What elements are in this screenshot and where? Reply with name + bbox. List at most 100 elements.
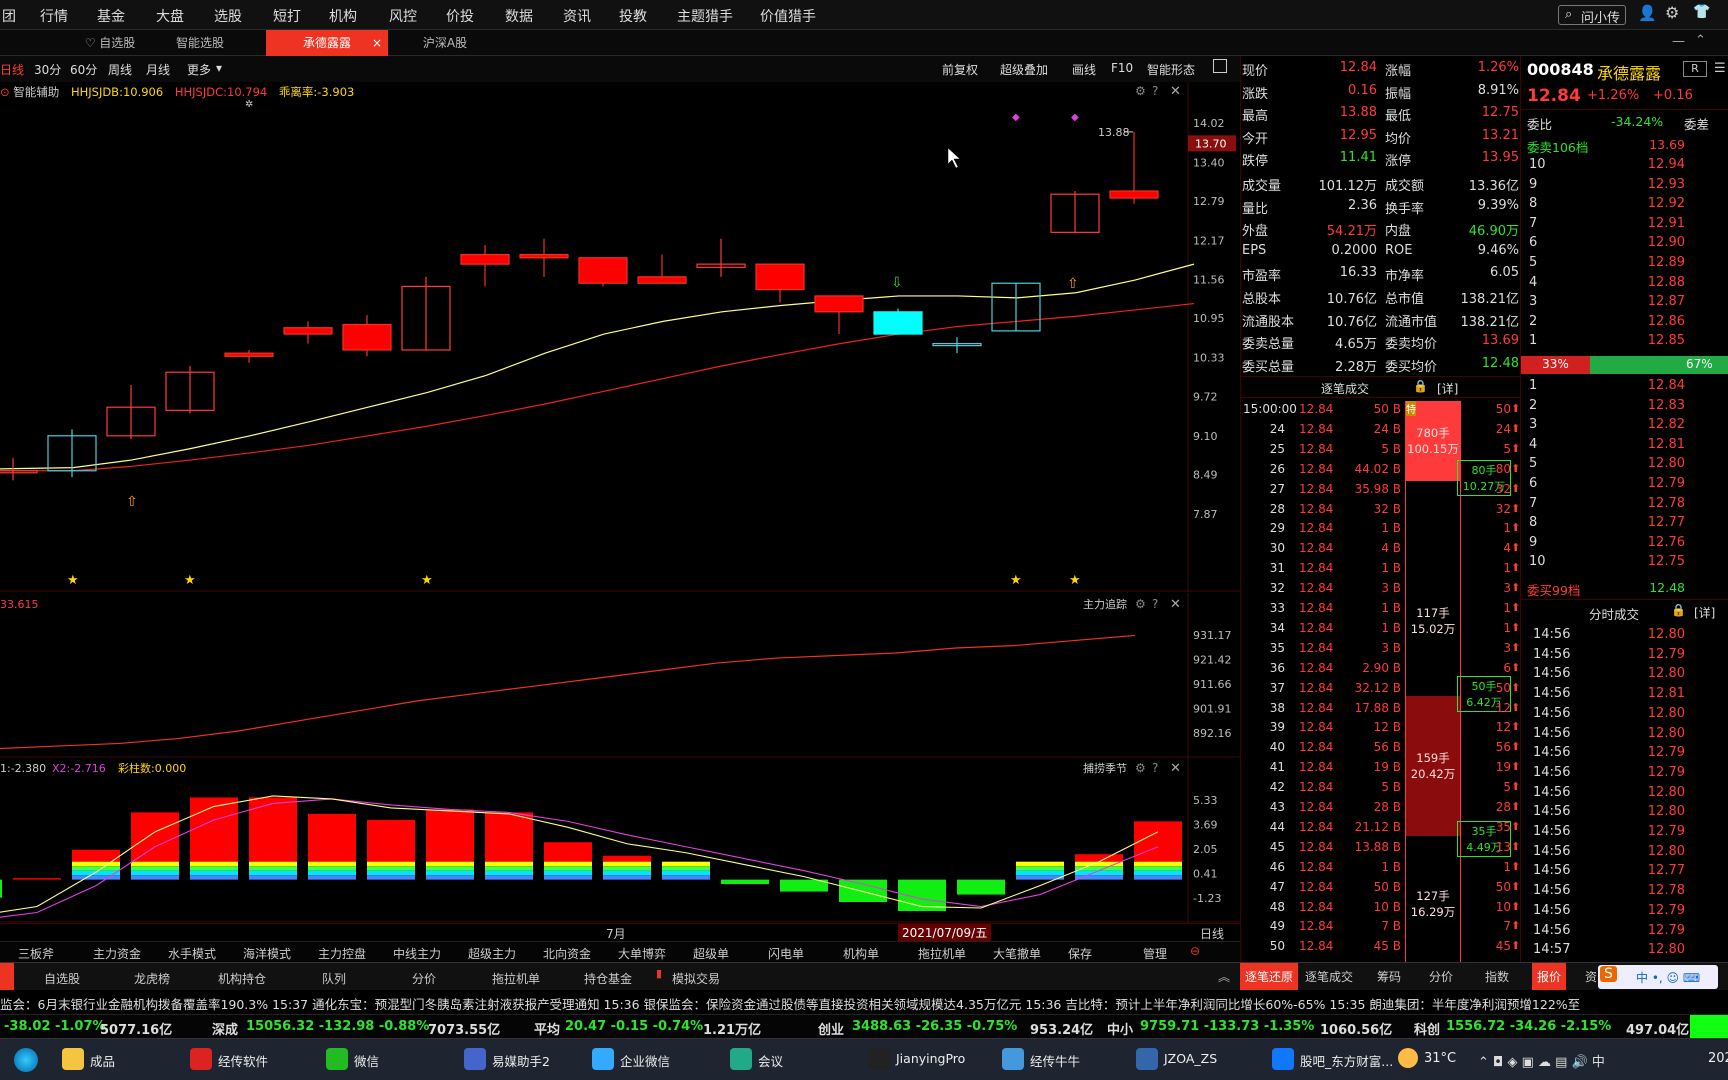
nav-item[interactable]: 基金 [97, 6, 125, 26]
right-tab[interactable]: 逐笔成交 [1300, 963, 1358, 991]
period-day[interactable]: 日线 [0, 61, 24, 78]
catch-season-chart[interactable]: 1:-2.380 X2:-2.716 彩柱数:0.000 捕捞季节 ⚙? ✕ 5.33 3.6… [0, 758, 1240, 923]
indicator-tab[interactable]: 三板斧 [18, 945, 54, 962]
taskbar-item[interactable]: 经传牛牛 [1030, 1051, 1080, 1070]
minus-icon[interactable]: — [1672, 34, 1685, 49]
shirt-icon[interactable]: 👕 [1693, 4, 1710, 20]
scroll-icon[interactable]: ⊖ [1190, 944, 1200, 958]
period-30min[interactable]: 30分 [34, 61, 61, 78]
indicator-tab[interactable]: 大单博弈 [618, 945, 666, 962]
close-icon[interactable]: × [372, 30, 382, 56]
bottom-tab[interactable]: 机构持仓 [218, 970, 266, 987]
indicator-tab[interactable]: 拖拉机单 [918, 945, 966, 962]
taskbar-item[interactable]: 成品 [90, 1051, 115, 1070]
bottom-tab[interactable]: 拖拉机单 [492, 970, 540, 987]
indicator-tab[interactable]: 水手模式 [168, 945, 216, 962]
tab-hushen-a[interactable]: 沪深A股 [400, 30, 490, 56]
bottom-tab[interactable]: 持仓基金 [584, 970, 632, 987]
browser-icon[interactable] [1272, 1048, 1294, 1070]
ticks-detail-link[interactable]: [详] [1694, 604, 1715, 621]
bottom-tab[interactable]: 龙虎榜 [134, 970, 170, 987]
niuniu-icon[interactable] [1002, 1048, 1024, 1070]
index-scroll-button[interactable] [1690, 1015, 1728, 1039]
right-tab[interactable]: 分价 [1424, 963, 1458, 991]
gear-icon[interactable]: ⚙ [1665, 3, 1679, 22]
wework-icon[interactable] [592, 1048, 614, 1070]
edge-icon[interactable] [14, 1048, 38, 1072]
period-month[interactable]: 月线 [146, 61, 170, 78]
period-week[interactable]: 周线 [108, 61, 132, 78]
nav-item[interactable]: 数据 [505, 6, 533, 26]
indicator-tab[interactable]: 北向资金 [543, 945, 591, 962]
nav-item[interactable]: 行情 [40, 6, 68, 26]
ticker-text[interactable]: 监会：6月末银行业金融机构拨备覆盖率190.3% 15:37 通化东宝：预混型门… [0, 994, 1580, 1013]
indicator-tab[interactable]: 主力控盘 [318, 945, 366, 962]
chevron-up-icon[interactable]: ⌃ [1695, 33, 1706, 48]
taskbar-item[interactable]: 会议 [758, 1051, 783, 1070]
indicator-tab[interactable]: 保存 [1068, 945, 1092, 962]
taskbar-item[interactable]: 股吧_东方财富... [1300, 1051, 1393, 1070]
taskbar-item[interactable]: JZOA_ZS [1164, 1051, 1217, 1066]
jingchuan-icon[interactable] [190, 1048, 212, 1070]
nav-item[interactable]: 投教 [619, 6, 647, 26]
jianying-icon[interactable] [868, 1048, 890, 1070]
collapse-icon[interactable]: ︽ [1218, 968, 1230, 985]
candlestick-chart[interactable]: 14.02 13.40 12.79 12.17 11.56 10.95 10.33 9.72 9… [0, 82, 1240, 592]
histogram-bar [0, 879, 2, 898]
media-helper-icon[interactable] [464, 1048, 486, 1070]
bottom-tab[interactable]: 分价 [412, 970, 436, 987]
user-icon[interactable]: 👤 [1638, 4, 1657, 22]
indicator-tab[interactable]: 超级单 [693, 945, 729, 962]
nav-item[interactable]: 主题猎手 [677, 6, 733, 26]
indicator-tab[interactable]: 中线主力 [393, 945, 441, 962]
indicator-tab[interactable]: 超级主力 [468, 945, 516, 962]
nav-item[interactable]: 机构 [329, 6, 357, 26]
indicator-tab[interactable]: 海洋模式 [243, 945, 291, 962]
nav-item[interactable]: 短打 [273, 6, 301, 26]
taskbar-item[interactable]: 经传软件 [218, 1051, 268, 1070]
indicator-tab[interactable]: 闪电单 [768, 945, 804, 962]
main-force-chart[interactable]: 33.615 主力追踪 ⚙? ✕ 931.17 921.42 911.66 901.91 892… [0, 593, 1240, 758]
taskbar-item[interactable]: 易媒助手2 [492, 1051, 550, 1070]
draw-line-button[interactable]: 画线 [1072, 61, 1096, 78]
tab-smart-pick[interactable]: 智能选股 [150, 30, 250, 56]
nav-item[interactable]: 价值猎手 [760, 6, 816, 26]
nav-item[interactable]: 风控 [389, 6, 417, 26]
indicator-tab[interactable]: 管理 [1143, 945, 1167, 962]
tab-chengde-lulu[interactable]: 承德露露 × [266, 30, 388, 56]
overlay-menu[interactable]: 超级叠加 [1000, 61, 1048, 78]
more-menu[interactable]: 更多 [187, 61, 211, 78]
ask-search-button[interactable]: ⌕ 问小传 [1558, 5, 1626, 26]
bottom-tab[interactable]: 模拟交易 [672, 970, 720, 987]
right-tab[interactable]: 指数 [1480, 963, 1514, 991]
period-60min[interactable]: 60分 [70, 61, 97, 78]
right-tab[interactable]: 报价 [1532, 963, 1567, 991]
smart-pattern-button[interactable]: 智能形态 [1147, 61, 1195, 78]
trades-detail-link[interactable]: [详] [1437, 380, 1458, 397]
bar-band [308, 866, 356, 871]
jzoa-icon[interactable] [1136, 1048, 1158, 1070]
indicator-tab[interactable]: 机构单 [843, 945, 879, 962]
close-icon: ✕ [1170, 597, 1181, 612]
wechat-icon[interactable] [326, 1048, 348, 1070]
taskbar-item[interactable]: JianyingPro [896, 1051, 965, 1066]
adjust-menu[interactable]: 前复权 [942, 61, 978, 78]
nav-item[interactable]: 选股 [214, 6, 242, 26]
right-tab[interactable]: 筹码 [1372, 963, 1406, 991]
folder-icon[interactable] [62, 1048, 84, 1070]
x2-value: X2:-2.716 [52, 762, 106, 775]
taskbar-item[interactable]: 微信 [354, 1051, 379, 1070]
f10-button[interactable]: F10 [1111, 61, 1133, 75]
meeting-icon[interactable] [730, 1048, 752, 1070]
indicator-tab[interactable]: 主力资金 [93, 945, 141, 962]
nav-item[interactable]: 资讯 [563, 6, 591, 26]
list-icon[interactable]: ☰ [1714, 61, 1726, 76]
taskbar-item[interactable]: 企业微信 [620, 1051, 670, 1070]
panel-toggle-icon[interactable] [1213, 59, 1227, 73]
bottom-tab[interactable]: 自选股 [44, 970, 80, 987]
indicator-tab[interactable]: 大笔撤单 [993, 945, 1041, 962]
bottom-tab[interactable]: 队列 [322, 970, 346, 987]
nav-item[interactable]: 价投 [446, 6, 474, 26]
nav-item[interactable]: 大盘 [156, 6, 184, 26]
right-tab[interactable]: 逐笔还原 [1240, 963, 1299, 991]
